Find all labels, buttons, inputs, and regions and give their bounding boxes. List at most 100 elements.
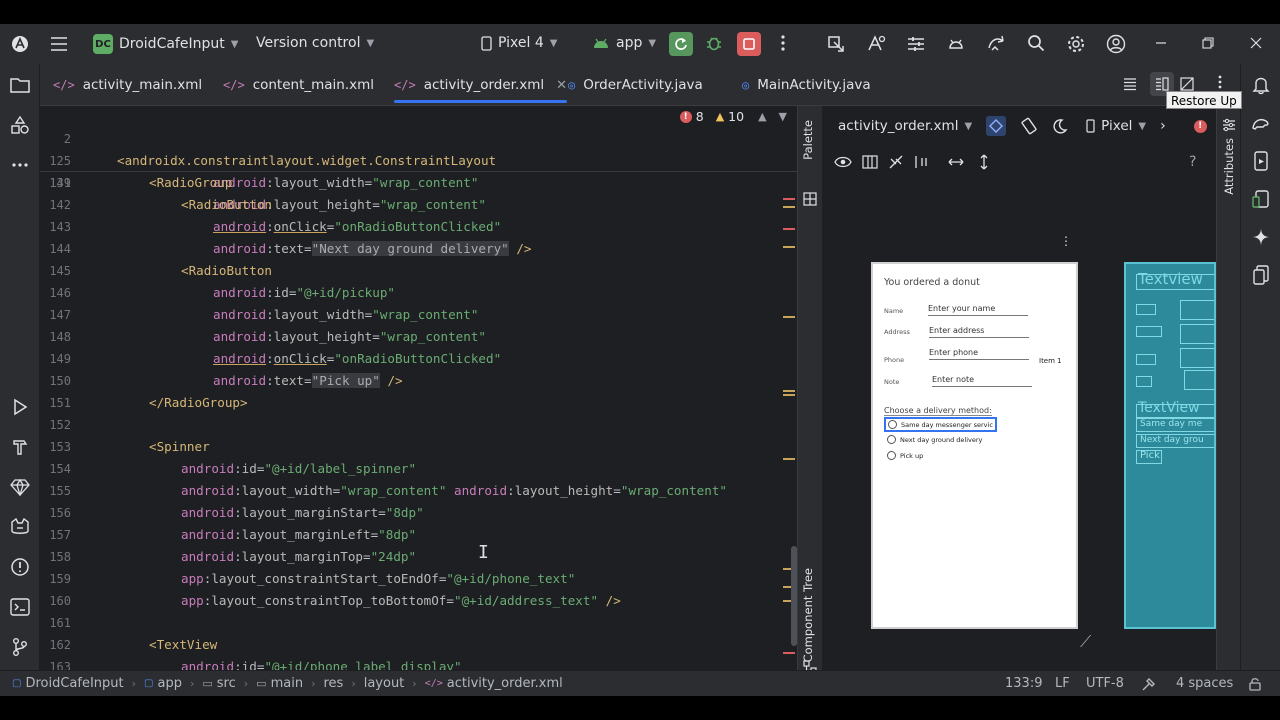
line-number[interactable]: 150	[40, 370, 71, 392]
caret-position[interactable]: 133:9	[1005, 676, 1042, 691]
account-icon[interactable]	[1106, 34, 1126, 54]
palette-icon[interactable]	[803, 192, 817, 206]
app-quality-insights-icon[interactable]	[9, 476, 31, 498]
line-number[interactable]: 146	[40, 282, 71, 304]
problems-icon[interactable]	[9, 556, 31, 578]
breadcrumb-item[interactable]: activity_order.xml	[447, 676, 563, 691]
code-view-icon[interactable]	[1123, 77, 1137, 91]
preview-radio-pickup[interactable]: Pick up	[887, 451, 923, 460]
gemini-sparkle-icon[interactable]	[1250, 226, 1272, 248]
project-selector[interactable]: DC DroidCafeInput ▼	[93, 34, 238, 54]
layout-inspector-icon[interactable]	[826, 34, 846, 54]
more-actions-icon[interactable]	[780, 35, 786, 51]
chevron-up-icon[interactable]: ▲	[758, 110, 766, 123]
project-folder-icon[interactable]	[9, 74, 31, 96]
design-error-icon[interactable]: !	[1193, 119, 1207, 133]
search-icon[interactable]	[1027, 34, 1045, 52]
stop-button[interactable]	[737, 32, 761, 56]
preview-radio-same-day[interactable]: Same day messenger servic	[884, 417, 997, 432]
minimize-icon[interactable]	[1154, 36, 1168, 50]
resize-handle-icon[interactable]: ⟋	[1080, 632, 1091, 652]
breadcrumb-item[interactable]: res	[323, 676, 343, 691]
line-number[interactable]: 152	[40, 414, 71, 436]
sdk-manager-icon[interactable]	[906, 34, 926, 54]
run-config-selector[interactable]: app ▼	[592, 35, 656, 51]
debug-bug-icon[interactable]	[705, 34, 723, 52]
preview-device-selector[interactable]: Pixel	[1101, 118, 1132, 134]
logcat-icon[interactable]	[9, 516, 31, 538]
tab-order-activity[interactable]: ◎ OrderActivity.java	[568, 64, 703, 106]
attributes-icon[interactable]	[1222, 118, 1236, 132]
gradle-icon[interactable]	[1250, 112, 1272, 134]
device-manager-side-icon[interactable]	[1250, 188, 1272, 210]
settings-gear-icon[interactable]	[1066, 34, 1086, 54]
line-number[interactable]: 145	[40, 260, 71, 282]
preview-address-field[interactable]: Enter address	[929, 326, 1029, 338]
line-number[interactable]: 149	[40, 348, 71, 370]
translate-icon[interactable]	[866, 34, 886, 54]
build-hammer-icon[interactable]	[9, 436, 31, 458]
readonly-lock-icon[interactable]	[1248, 677, 1262, 691]
help-icon[interactable]: ?	[1189, 154, 1196, 170]
line-number[interactable]: 157	[40, 524, 71, 546]
preview-phone-field[interactable]: Enter phone	[929, 348, 1029, 360]
preview-radio-next-day[interactable]: Next day ground delivery	[887, 435, 982, 444]
inspection-widget[interactable]: ! 8 ▲ 10 ▲ ▼	[679, 109, 787, 124]
tab-content-main[interactable]: </> content_main.xml	[223, 64, 374, 106]
file-encoding[interactable]: UTF-8	[1086, 676, 1124, 691]
line-number[interactable]: 161	[40, 612, 71, 634]
breadcrumb-item[interactable]: app	[157, 676, 181, 691]
horizontal-resize-icon[interactable]	[948, 156, 964, 168]
orientation-icon[interactable]	[1020, 117, 1038, 135]
preview-note-field[interactable]: Enter note	[932, 375, 1032, 387]
chevron-right-icon[interactable]: ›	[1160, 118, 1166, 134]
line-number[interactable]: 151	[40, 392, 71, 414]
breadcrumb-item[interactable]: main	[271, 676, 303, 691]
vertical-resize-icon[interactable]	[978, 154, 990, 170]
palette-tab[interactable]: Palette	[801, 120, 815, 160]
close-window-icon[interactable]	[1249, 36, 1263, 50]
design-canvas[interactable]: ⋮ You ordered a donut Name Enter your na…	[822, 190, 1216, 680]
line-number[interactable]: 159	[40, 568, 71, 590]
blueprint-toggle-icon[interactable]	[862, 154, 878, 170]
indent-setting[interactable]: 4 spaces	[1176, 676, 1233, 691]
resource-manager-icon[interactable]	[9, 114, 31, 136]
more-tools-icon[interactable]	[9, 154, 31, 176]
line-number[interactable]: 154	[40, 458, 71, 480]
autoconnect-off-icon[interactable]	[888, 154, 904, 170]
android-studio-logo-icon[interactable]	[11, 35, 29, 53]
line-number[interactable]: 147	[40, 304, 71, 326]
margin-icon[interactable]	[914, 154, 930, 170]
breadcrumb-item[interactable]: src	[217, 676, 236, 691]
line-number[interactable]: 160	[40, 590, 71, 612]
design-surface-icon[interactable]	[986, 116, 1007, 136]
terminal-icon[interactable]	[9, 596, 31, 618]
rerun-button[interactable]	[669, 32, 693, 56]
main-menu-icon[interactable]	[50, 36, 68, 52]
night-mode-icon[interactable]	[1052, 118, 1068, 134]
tab-activity-main[interactable]: </> activity_main.xml	[53, 64, 202, 106]
attributes-tab[interactable]: Attributes	[1222, 138, 1236, 195]
breadcrumb-item[interactable]: DroidCafeInput	[25, 676, 123, 691]
vcs-selector[interactable]: Version control ▼	[256, 35, 374, 51]
code-style-icon[interactable]	[1141, 676, 1157, 692]
code-editor[interactable]: 2 <androidx.constraintlayout.widget.Cons…	[40, 106, 797, 680]
line-number[interactable]: 155	[40, 480, 71, 502]
canvas-menu-icon[interactable]: ⋮	[1060, 235, 1072, 247]
preview-spinner[interactable]: Item 1	[1039, 357, 1062, 365]
line-number[interactable]: 144	[40, 238, 71, 260]
running-devices-icon[interactable]	[1250, 150, 1272, 172]
device-manager-icon[interactable]	[946, 34, 966, 54]
device-explorer-icon[interactable]	[1250, 264, 1272, 286]
design-preview-phone[interactable]: You ordered a donut Name Enter your name…	[871, 262, 1078, 629]
line-number[interactable]: 148	[40, 326, 71, 348]
close-tab-icon[interactable]: ✕	[556, 78, 567, 93]
line-number[interactable]: 158	[40, 546, 71, 568]
line-number[interactable]: 153	[40, 436, 71, 458]
tab-main-activity[interactable]: ◎ MainActivity.java	[742, 64, 871, 106]
line-number[interactable]: 162	[40, 634, 71, 656]
gradle-sync-icon[interactable]	[986, 34, 1006, 54]
device-selector[interactable]: Pixel 4 ▼	[481, 35, 557, 51]
tabs-more-icon[interactable]	[1218, 75, 1222, 89]
line-separator[interactable]: LF	[1055, 676, 1070, 691]
